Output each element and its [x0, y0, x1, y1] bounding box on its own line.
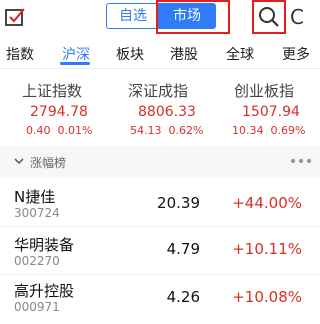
index-value: 8806.33 [138, 104, 196, 120]
index-name: 创业板指 [234, 82, 295, 100]
tab-hk-stocks[interactable]: 港股 [170, 44, 198, 64]
index-change-pct: 0.62% [168, 124, 204, 137]
stock-name: 华明装备 [14, 236, 75, 254]
tab-watchlist[interactable]: 自选 [106, 3, 160, 29]
section-title: 涨幅榜 [30, 156, 67, 170]
stock-change-pct: +10.08% [232, 288, 302, 306]
index-change: 0.40 0.01% [26, 124, 92, 137]
tab-shanghai-shenzhen[interactable]: 沪深 [62, 44, 90, 64]
more-dots-icon[interactable] [290, 158, 312, 164]
index-change-points: 10.34 [232, 124, 264, 137]
index-change: 10.34 0.69% [232, 124, 305, 137]
chevron-down-icon[interactable] [12, 154, 26, 168]
market-tabs [0, 36, 320, 69]
tab-sectors[interactable]: 板块 [116, 44, 144, 64]
index-change-pct: 0.01% [57, 124, 93, 137]
index-value: 1507.94 [242, 104, 300, 120]
index-name: 深证成指 [128, 82, 189, 100]
checkbox-icon[interactable] [4, 6, 26, 28]
stock-name: N捷佳 [14, 188, 56, 206]
active-tab-indicator [60, 62, 90, 65]
stock-price: 20.39 [157, 194, 200, 212]
index-change-points: 54.13 [130, 124, 162, 137]
tab-global[interactable]: 全球 [226, 44, 254, 64]
stock-change-pct: +10.11% [232, 240, 302, 258]
index-change: 54.13 0.62% [130, 124, 203, 137]
stock-code: 300724 [14, 206, 60, 220]
highlight-box-market [156, 0, 230, 34]
index-change-points: 0.40 [26, 124, 51, 137]
stock-code: 000971 [14, 300, 60, 314]
refresh-icon[interactable]: C [290, 6, 312, 28]
tab-index[interactable]: 指数 [6, 44, 34, 64]
stock-change-pct: +44.00% [232, 194, 302, 212]
index-change-pct: 0.69% [270, 124, 306, 137]
stock-price: 4.79 [166, 240, 200, 258]
search-icon[interactable] [258, 6, 280, 28]
index-value: 2794.78 [30, 104, 88, 120]
index-name: 上证指数 [22, 82, 83, 100]
stock-code: 002270 [14, 254, 60, 268]
stock-name: 高升控股 [14, 282, 75, 300]
stock-price: 4.26 [166, 288, 200, 306]
tab-more[interactable]: 更多 [282, 44, 310, 64]
